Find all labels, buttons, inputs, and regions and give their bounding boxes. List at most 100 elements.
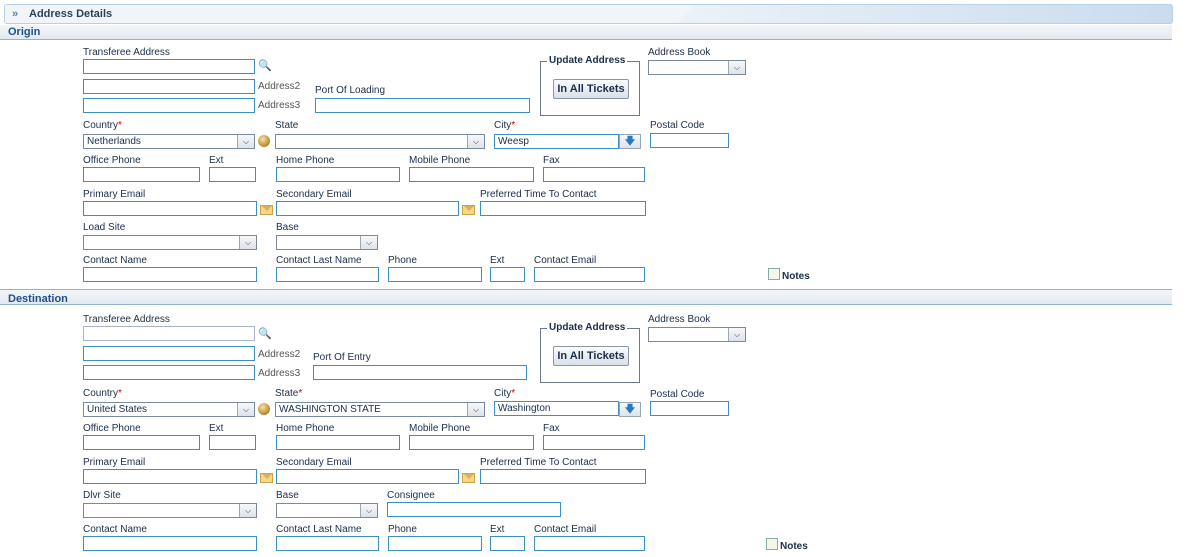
destination-home-phone-input[interactable] [276,435,400,450]
envelope-icon[interactable] [462,473,475,483]
origin-address-book-label: Address Book [648,47,711,58]
destination-address3-label: Address3 [258,368,301,379]
origin-mobile-phone-label: Mobile Phone [409,155,471,166]
destination-port-input[interactable] [313,365,527,380]
origin-notes-link[interactable]: Notes [782,271,810,282]
destination-contact-ext-label: Ext [490,524,505,535]
chevron-down-icon: ⌵ [360,504,377,517]
origin-address2-input[interactable] [83,79,255,94]
destination-ext-input[interactable] [209,435,256,450]
destination-transferee-address-label: Transferee Address [83,314,170,325]
destination-primary-email-input[interactable] [83,469,257,484]
origin-load-site-select[interactable]: ⌵ [83,235,257,250]
origin-ext-input[interactable] [209,167,256,182]
origin-contact-email-input[interactable] [534,267,645,282]
origin-country-select[interactable]: Netherlands ⌵ [83,134,255,149]
envelope-icon[interactable] [260,205,273,215]
origin-port-input[interactable] [315,98,530,113]
notes-icon[interactable] [768,268,780,280]
destination-contact-email-input[interactable] [534,536,645,551]
destination-phone-label: Phone [388,524,417,535]
destination-office-phone-input[interactable] [83,435,200,450]
destination-contact-email-label: Contact Email [534,524,597,535]
destination-home-phone-label: Home Phone [276,423,335,434]
origin-address3-input[interactable] [83,98,255,113]
notes-icon[interactable] [766,538,778,550]
globe-icon[interactable] [258,403,270,415]
destination-address1-input[interactable] [83,326,255,341]
origin-section-header [0,25,1172,40]
destination-dlvr-site-select[interactable]: ⌵ [83,503,257,518]
origin-postal-code-input[interactable] [650,133,729,148]
origin-port-label: Port Of Loading [315,85,386,96]
double-chevron-icon[interactable]: » [12,8,18,20]
destination-mobile-phone-label: Mobile Phone [409,423,471,434]
envelope-icon[interactable] [462,205,475,215]
origin-preferred-time-input[interactable] [480,201,646,216]
destination-consignee-input[interactable] [387,502,561,517]
origin-contact-ext-input[interactable] [490,267,525,282]
origin-transferee-address-label: Transferee Address [83,47,170,58]
origin-primary-email-input[interactable] [83,201,257,216]
destination-secondary-email-label: Secondary Email [276,457,352,468]
origin-secondary-email-label: Secondary Email [276,189,352,200]
globe-icon[interactable] [258,135,270,147]
origin-base-select[interactable]: ⌵ [276,235,378,250]
destination-postal-code-input[interactable] [650,401,729,416]
destination-mobile-phone-input[interactable] [409,435,534,450]
address-details-header[interactable]: » Address Details [4,4,1173,24]
destination-contact-ext-input[interactable] [490,536,525,551]
origin-address-book-select[interactable]: ⌵ [648,60,746,75]
origin-office-phone-label: Office Phone [83,155,141,166]
destination-phone-input[interactable] [388,536,482,551]
origin-address2-label: Address2 [258,81,301,92]
origin-country-label: Country* [83,120,122,131]
origin-contact-last-name-input[interactable] [276,267,379,282]
destination-postal-code-label: Postal Code [650,389,705,400]
origin-in-all-tickets-button[interactable]: In All Tickets [553,79,629,99]
origin-mobile-phone-input[interactable] [409,167,534,182]
destination-consignee-label: Consignee [387,490,435,501]
origin-address1-input[interactable] [83,59,255,74]
download-arrow-icon[interactable]: 🡇 [619,402,641,417]
destination-preferred-time-input[interactable] [480,469,646,484]
destination-address-book-select[interactable]: ⌵ [648,327,746,342]
envelope-icon[interactable] [260,473,273,483]
origin-phone-input[interactable] [388,267,482,282]
origin-home-phone-input[interactable] [276,167,400,182]
download-arrow-icon[interactable]: 🡇 [619,134,641,149]
destination-in-all-tickets-button[interactable]: In All Tickets [553,346,629,366]
destination-city-input[interactable]: Washington [494,401,619,416]
origin-section-title: Origin [8,26,41,38]
destination-port-label: Port Of Entry [313,352,371,363]
destination-section-header [0,289,1172,305]
origin-fax-input[interactable] [543,167,645,182]
destination-contact-last-name-input[interactable] [276,536,379,551]
destination-base-select[interactable]: ⌵ [276,503,378,518]
origin-city-label: City* [494,120,516,131]
destination-fax-input[interactable] [543,435,645,450]
origin-secondary-email-input[interactable] [276,201,459,216]
origin-contact-ext-label: Ext [490,255,505,266]
destination-secondary-email-input[interactable] [276,469,459,484]
destination-address2-label: Address2 [258,349,301,360]
destination-address3-input[interactable] [83,365,255,380]
destination-country-select[interactable]: United States ⌵ [83,402,255,417]
destination-address2-input[interactable] [83,346,255,361]
destination-primary-email-label: Primary Email [83,457,146,468]
origin-preferred-time-label: Preferred Time To Contact [480,189,597,200]
destination-country-label: Country* [83,388,122,399]
destination-notes-link[interactable]: Notes [780,541,808,552]
destination-contact-name-input[interactable] [83,536,257,551]
magnifier-icon[interactable]: 🔍 [258,60,272,72]
origin-primary-email-label: Primary Email [83,189,146,200]
destination-state-select[interactable]: WASHINGTON STATE ⌵ [275,402,485,417]
origin-contact-name-input[interactable] [83,267,257,282]
origin-office-phone-input[interactable] [83,167,200,182]
chevron-down-icon: ⌵ [239,236,256,249]
origin-city-input[interactable]: Weesp [494,134,619,149]
chevron-down-icon: ⌵ [360,236,377,249]
destination-state-label: State* [275,388,303,399]
origin-state-select[interactable]: ⌵ [275,134,485,149]
magnifier-icon[interactable]: 🔍 [258,328,272,340]
